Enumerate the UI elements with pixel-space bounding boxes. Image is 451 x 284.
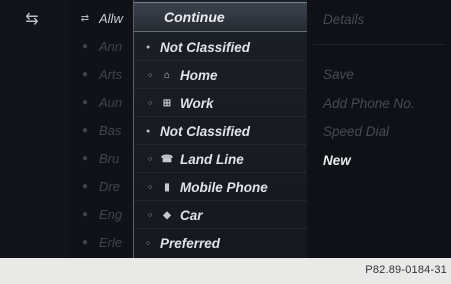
list-item[interactable]: ● Ann	[67, 32, 133, 60]
menu-item-land-line[interactable]: ○ ☎ Land Line	[134, 146, 307, 173]
mobile-phone-icon: ▮	[164, 181, 170, 193]
continue-button[interactable]: Continue	[134, 2, 307, 32]
list-item[interactable]: ⇄ Allw	[67, 4, 133, 32]
classification-menu: Continue ● Not Classified ○ ⌂ Home ○ ⊞ W…	[133, 0, 308, 258]
radio-unselected-icon: ○	[148, 71, 153, 79]
menu-item-mobile-phone[interactable]: ○ ▮ Mobile Phone	[134, 174, 307, 201]
menu-item-label: Land Line	[180, 151, 244, 167]
menu-item-label: Home	[180, 67, 218, 83]
bullet-icon: ●	[81, 180, 89, 192]
list-item-label: Erle	[99, 234, 123, 250]
continue-label: Continue	[164, 9, 225, 25]
menu-item-work[interactable]: ○ ⊞ Work	[134, 90, 307, 117]
radio-unselected-icon: ○	[148, 155, 153, 163]
checkbox-unchecked-icon: ○	[146, 239, 151, 247]
speed-dial-option[interactable]: Speed Dial	[323, 124, 389, 139]
list-item-label: Ann	[99, 38, 123, 54]
list-item[interactable]: ● Aun	[67, 88, 133, 116]
bullet-icon: ●	[81, 208, 89, 220]
list-item[interactable]: ● Dre	[67, 172, 133, 200]
divider	[313, 44, 445, 45]
list-item[interactable]: ● Eng	[67, 200, 133, 228]
bullet-icon: ●	[81, 68, 89, 80]
contact-list: ⇄ Allw ● Ann ● Arts ● Aun ● Bas ● Bru ● …	[67, 0, 135, 258]
menu-item-not-classified[interactable]: ● Not Classified	[134, 34, 307, 61]
radio-unselected-icon: ○	[148, 183, 153, 191]
radio-unselected-icon: ○	[148, 99, 153, 107]
menu-item-label: Preferred	[160, 235, 221, 251]
landline-icon: ☎	[160, 153, 174, 165]
list-item[interactable]: ● Erle	[67, 228, 133, 256]
bullet-icon: ●	[81, 152, 89, 164]
list-item-label: Aun	[99, 94, 123, 110]
menu-item-label: Not Classified	[160, 123, 251, 139]
menu-item-label: Mobile Phone	[180, 179, 268, 195]
list-item-label: Bru	[99, 150, 120, 166]
menu-item-not-classified[interactable]: ● Not Classified	[134, 118, 307, 145]
list-item[interactable]: ● Arts	[67, 60, 133, 88]
bullet-icon: ●	[81, 96, 89, 108]
bullet-icon: ●	[81, 40, 89, 52]
work-icon: ⊞	[162, 97, 172, 109]
new-option[interactable]: New	[323, 153, 351, 168]
back-arrows-icon: ⇆	[25, 11, 39, 28]
back-button[interactable]: ⇆	[8, 6, 56, 32]
details-option[interactable]: Details	[323, 12, 364, 27]
figure-code: P82.89-0184-31	[365, 264, 447, 276]
menu-item-label: Work	[180, 95, 214, 111]
list-item-label: Dre	[99, 178, 120, 194]
menu-item-preferred[interactable]: ○ Preferred	[134, 230, 307, 256]
menu-item-home[interactable]: ○ ⌂ Home	[134, 62, 307, 89]
menu-item-label: Not Classified	[160, 39, 251, 55]
radio-unselected-icon: ○	[148, 211, 153, 219]
figure-footer: P82.89-0184-31	[0, 258, 451, 284]
contact-icon: ⇄	[80, 12, 90, 24]
infotainment-screen: ⇆ ⇄ Allw ● Ann ● Arts ● Aun ● Bas ● Bru …	[0, 0, 451, 258]
options-column: Details Save Add Phone No. Speed Dial Ne…	[307, 0, 451, 258]
list-item-label: Allw	[99, 10, 123, 26]
list-item[interactable]: ● Bru	[67, 144, 133, 172]
list-item[interactable]: ● Bas	[67, 116, 133, 144]
list-item-label: Arts	[99, 66, 123, 82]
bullet-icon: ●	[81, 236, 89, 248]
radio-selected-icon: ●	[146, 43, 151, 51]
add-phone-no-option[interactable]: Add Phone No.	[323, 96, 415, 111]
home-icon: ⌂	[163, 69, 171, 81]
car-icon: ◆	[163, 209, 171, 221]
save-option[interactable]: Save	[323, 67, 354, 82]
menu-item-label: Car	[180, 207, 203, 223]
bullet-icon: ●	[81, 124, 89, 136]
left-column: ⇆	[0, 0, 68, 258]
menu-item-car[interactable]: ○ ◆ Car	[134, 202, 307, 229]
list-item-label: Eng	[99, 206, 123, 222]
list-item-label: Bas	[99, 122, 122, 138]
radio-selected-icon: ●	[146, 127, 151, 135]
